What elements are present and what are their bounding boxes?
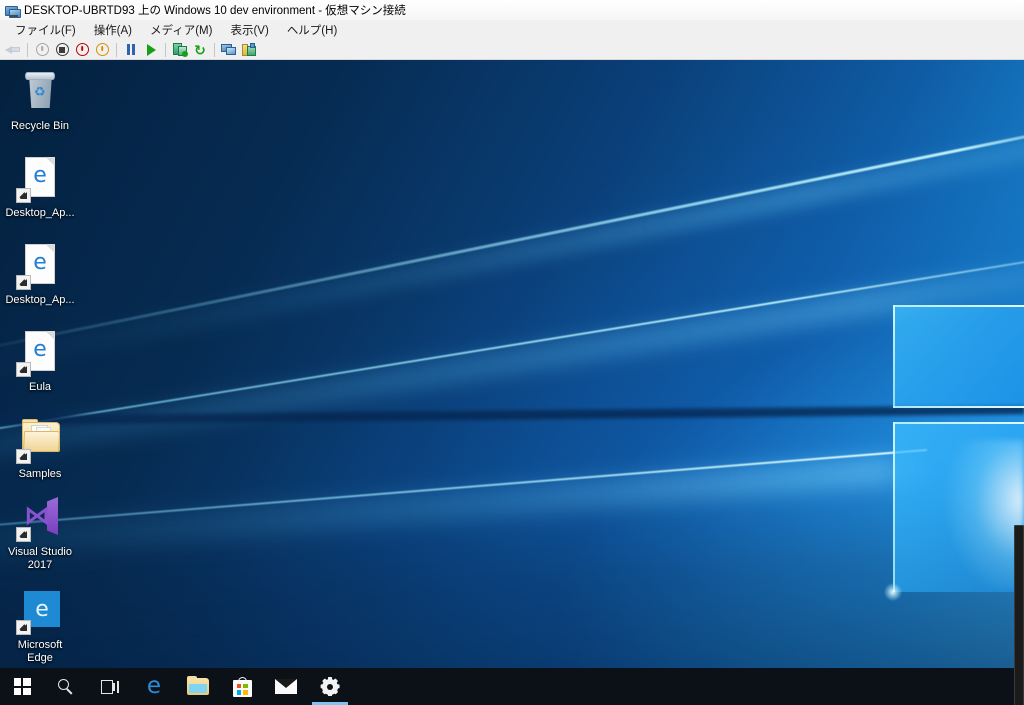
edge-document-icon: e [16,242,64,290]
taskbar-start-button[interactable] [0,668,44,705]
gear-icon [320,677,340,696]
menu-action[interactable]: 操作(A) [85,20,141,40]
desktop-icon-label: Microsoft Edge [17,639,63,664]
shortcut-overlay-icon [16,620,31,635]
start-button[interactable] [93,41,111,59]
revert-button[interactable]: ↻ [191,41,209,59]
power-red-icon [75,43,89,56]
enhanced-session-button[interactable] [220,41,238,59]
desktop-icon-label: Visual Studio 2017 [7,546,72,571]
pause-button[interactable] [122,41,140,59]
edge-icon: e [146,673,162,699]
virtual-machine-connection-window: DESKTOP-UBRTD93 上の Windows 10 dev enviro… [0,0,1024,705]
desktop-icon-visual-studio-2017[interactable]: ⋈ Visual Studio 2017 [4,494,76,572]
taskbar-file-explorer-button[interactable] [176,668,220,705]
shortcut-overlay-icon [16,362,31,377]
taskbar-settings-button[interactable] [308,668,352,705]
edge-tile-icon: e [16,587,64,635]
edge-document-icon: e [16,155,64,203]
title-bar: DESKTOP-UBRTD93 上の Windows 10 dev enviro… [0,0,1024,21]
shortcut-overlay-icon [16,275,31,290]
clipboard-icon [242,42,256,57]
shortcut-overlay-icon [16,188,31,203]
checkpoint-icon [172,42,188,57]
turn-off-button[interactable] [53,41,71,59]
vertical-scrollbar[interactable] [1014,525,1024,705]
power-orange-icon [95,43,109,56]
edge-document-icon: e [16,329,64,377]
desktop-icon-recycle-bin[interactable]: ♻ Recycle Bin [4,68,76,133]
taskbar-search-button[interactable] [44,668,88,705]
taskbar-store-button[interactable] [220,668,264,705]
desktop-icon-label: Eula [28,381,52,393]
windows-logo-icon [13,678,31,695]
menu-file[interactable]: ファイル(F) [6,20,85,40]
checkpoint-button[interactable] [171,41,189,59]
desktop-icon-label: Recycle Bin [10,120,70,132]
file-explorer-icon [187,676,209,695]
desktop-icon-label: Samples [18,468,62,480]
microsoft-store-icon [232,676,252,697]
taskbar-mail-button[interactable] [264,668,308,705]
desktop-icon-desktop-app-1[interactable]: e Desktop_Ap... [4,155,76,220]
power-off-icon [35,43,49,56]
taskbar: e [0,668,1024,705]
wallpaper-bright-corner [934,440,1024,590]
shutdown-button [33,41,51,59]
desktop-icon-samples[interactable]: Samples [4,416,76,481]
back-button [4,41,22,59]
recycle-bin-icon: ♻ [16,68,64,116]
folder-icon [16,416,64,464]
toolbar-separator [116,42,117,57]
wallpaper-pane-top [893,305,1024,408]
menu-view[interactable]: 表示(V) [221,20,277,40]
back-arrow-icon [5,44,21,56]
visual-studio-icon: ⋈ [16,494,64,542]
desktop-icon-desktop-app-2[interactable]: e Desktop_Ap... [4,242,76,307]
wallpaper-light-vertex [884,583,902,601]
guest-desktop[interactable]: ♻ Recycle Bin e Desktop_Ap... e Desktop_… [0,60,1024,705]
mail-icon [275,679,297,694]
toolbar-separator [214,42,215,57]
taskbar-edge-button[interactable]: e [132,668,176,705]
play-icon [146,43,156,56]
menu-help[interactable]: ヘルプ(H) [278,20,346,40]
task-view-icon [101,679,119,694]
desktop-icon-eula[interactable]: e Eula [4,329,76,394]
shut-down-guest-button[interactable] [73,41,91,59]
clipboard-button[interactable] [240,41,258,59]
stop-square-icon [55,43,69,56]
resume-button[interactable] [142,41,160,59]
revert-arrow-icon: ↻ [194,41,206,58]
enhanced-session-icon [221,43,237,56]
shortcut-overlay-icon [16,449,31,464]
desktop-icon-label: Desktop_Ap... [5,294,75,306]
desktop-icon-microsoft-edge[interactable]: e Microsoft Edge [4,587,76,665]
search-icon [58,678,74,695]
desktop-icon-label: Desktop_Ap... [5,207,75,219]
toolbar-separator [165,42,166,57]
toolbar: ↻ [0,40,1024,60]
shortcut-overlay-icon [16,527,31,542]
toolbar-separator [27,42,28,57]
menu-bar: ファイル(F) 操作(A) メディア(M) 表示(V) ヘルプ(H) [0,20,1024,40]
taskbar-task-view-button[interactable] [88,668,132,705]
window-title: DESKTOP-UBRTD93 上の Windows 10 dev enviro… [24,5,406,17]
desktop-wallpaper [0,60,1024,705]
menu-media[interactable]: メディア(M) [141,20,221,40]
virtual-machine-icon [4,2,21,18]
pause-icon [126,44,136,55]
